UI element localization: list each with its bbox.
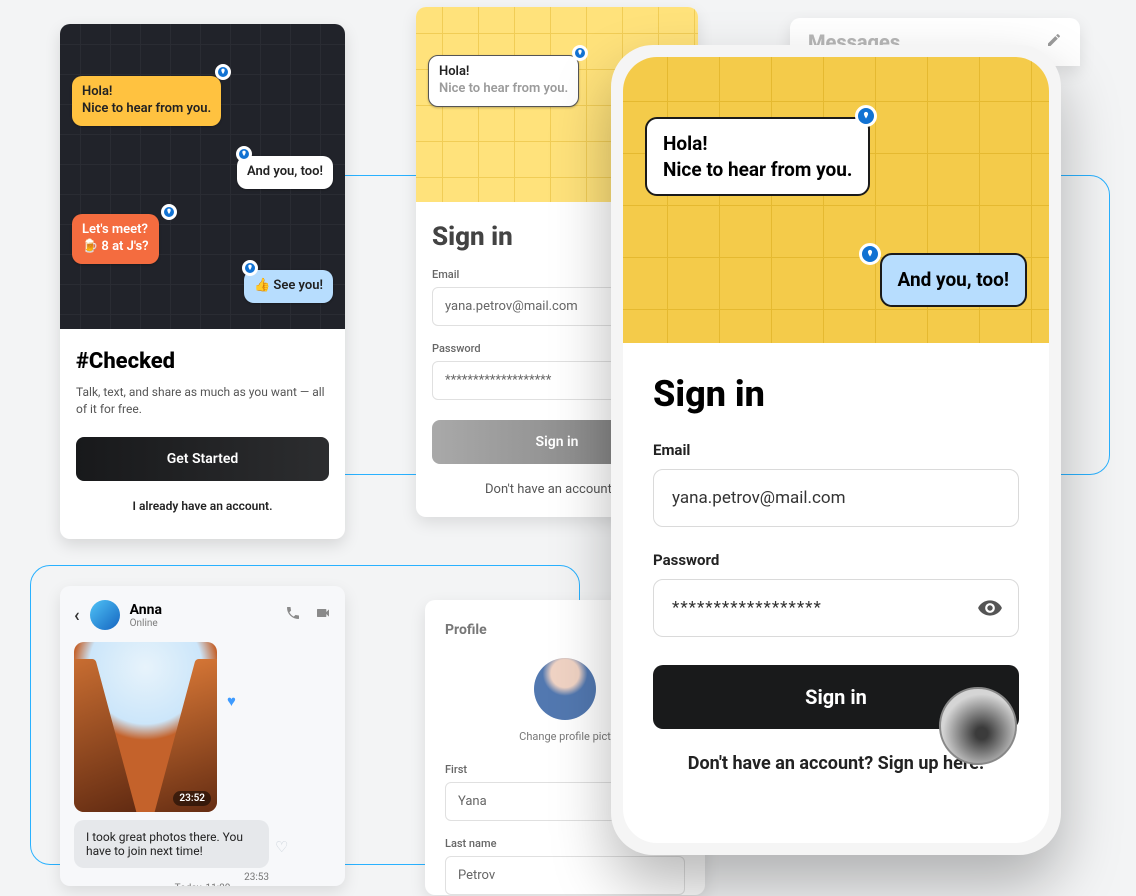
compose-icon[interactable] <box>1046 32 1062 52</box>
welcome-title: #Checked <box>76 349 329 374</box>
photo-message[interactable]: 23:52 <box>74 642 217 812</box>
photo-timestamp: 23:52 <box>173 791 211 806</box>
chat-bubble: Hola! Nice to hear from you. <box>428 55 579 107</box>
eye-icon[interactable] <box>977 595 1003 625</box>
chat-card: ‹ Anna Online 23:52 ♥ I took great photo… <box>60 586 345 886</box>
have-account-link[interactable]: I already have an account. <box>76 499 329 513</box>
phone-screen: Hola! Nice to hear from you. And you, to… <box>623 57 1049 843</box>
video-icon[interactable] <box>315 605 331 625</box>
last-name-field[interactable] <box>445 856 685 895</box>
password-field[interactable] <box>653 579 1019 637</box>
signin-title: Sign in <box>653 373 1019 415</box>
chat-bubble-1: Hola! Nice to hear from you. <box>72 76 221 126</box>
password-label: Password <box>653 551 1019 569</box>
bubble-text: Hola! <box>663 132 707 155</box>
bubble-text: Hola! <box>439 64 469 79</box>
contact-name: Anna <box>130 602 162 618</box>
contact-status: Online <box>130 618 162 629</box>
signin-hero-big: Hola! Nice to hear from you. And you, to… <box>623 57 1049 343</box>
chat-bubble: And you, too! <box>880 253 1028 307</box>
bubble-text: And you, too! <box>898 268 1010 291</box>
day-divider: Today, 11:00 <box>74 883 331 886</box>
chat-bubble: Hola! Nice to hear from you. <box>645 117 870 196</box>
pin-icon <box>161 204 177 220</box>
bubble-text: And you, too! <box>247 164 323 179</box>
chat-bubble-4: 👍 See you! <box>244 270 333 303</box>
pin-icon <box>859 243 881 265</box>
get-started-button[interactable]: Get Started <box>76 437 329 481</box>
bubble-text: Hola! <box>82 84 112 99</box>
pin-icon <box>236 146 252 162</box>
welcome-hero: Hola! Nice to hear from you. And you, to… <box>60 24 345 329</box>
pin-icon <box>855 105 877 127</box>
bubble-text: 🍺 8 at J's? <box>82 239 149 254</box>
phone-mock: Hola! Nice to hear from you. And you, to… <box>611 45 1061 855</box>
bubble-text: Nice to hear from you. <box>663 158 852 181</box>
phone-icon[interactable] <box>285 605 301 625</box>
chat-bubble-2: And you, too! <box>237 156 333 189</box>
back-icon[interactable]: ‹ <box>74 605 80 626</box>
chat-bubble-3: Let's meet? 🍺 8 at J's? <box>72 214 159 264</box>
pin-icon <box>572 45 588 61</box>
avatar[interactable] <box>90 600 120 630</box>
bubble-text: Nice to hear from you. <box>82 101 211 116</box>
heart-icon[interactable]: ♥ <box>227 692 236 710</box>
profile-avatar[interactable] <box>534 658 596 720</box>
thumbprint-cursor <box>939 687 1017 765</box>
welcome-desc: Talk, text, and share as much as you wan… <box>76 384 329 419</box>
heart-outline-icon[interactable]: ♡ <box>275 838 288 856</box>
message-bubble: I took great photos there. You have to j… <box>74 820 269 868</box>
email-label: Email <box>653 441 1019 459</box>
bubble-text: Nice to hear from you. <box>439 81 568 96</box>
chat-header: ‹ Anna Online <box>74 600 331 630</box>
pin-icon <box>242 260 258 276</box>
welcome-card: Hola! Nice to hear from you. And you, to… <box>60 24 345 539</box>
pin-icon <box>215 64 231 80</box>
message-timestamp: 23:53 <box>74 872 269 883</box>
bubble-text: 👍 See you! <box>254 278 323 293</box>
email-field[interactable] <box>653 469 1019 527</box>
bubble-text: Let's meet? <box>82 222 148 237</box>
